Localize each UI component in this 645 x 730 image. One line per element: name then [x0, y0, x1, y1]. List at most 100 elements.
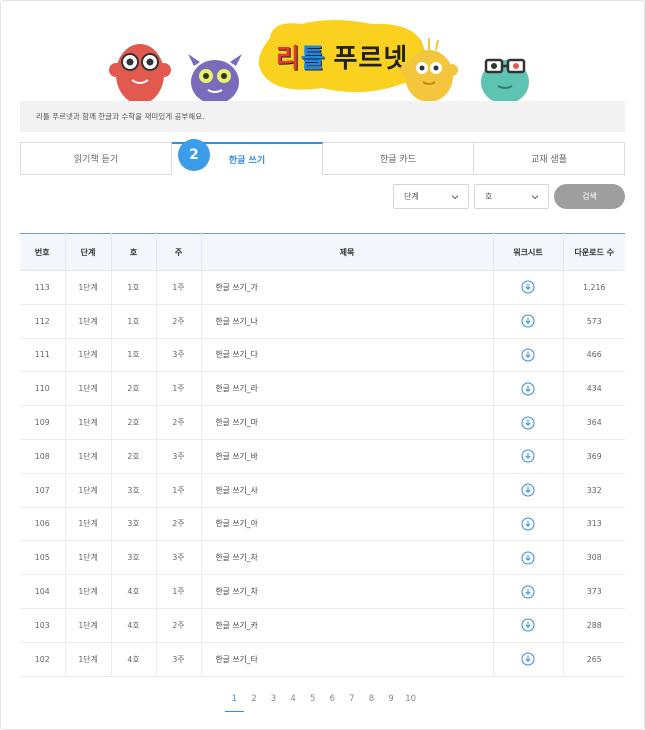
- cell-week: 3주: [156, 540, 202, 575]
- cell-volume: 4호: [111, 608, 157, 643]
- cell-volume: 2호: [111, 405, 157, 440]
- page-link[interactable]: 4: [283, 694, 303, 712]
- banner: 리 틀 푸르넷: [20, 10, 625, 102]
- table-row: 106 1단계 3호 2주 한글 쓰기_아 313: [20, 507, 625, 541]
- cell-number: 108: [20, 439, 66, 474]
- search-button[interactable]: 검색: [554, 184, 625, 209]
- column-header-worksheet: 워크시트: [493, 233, 564, 271]
- cell-worksheet: [493, 371, 564, 406]
- download-icon[interactable]: [521, 382, 535, 396]
- download-icon[interactable]: [521, 618, 535, 632]
- level-select-value: 단계: [404, 192, 419, 201]
- cell-week: 2주: [156, 405, 202, 440]
- download-icon[interactable]: [521, 416, 535, 430]
- download-icon[interactable]: [521, 449, 535, 463]
- tab-bar: 읽기책 듣기 한글 쓰기 한글 카드 교재 샘플: [20, 142, 625, 175]
- level-select[interactable]: 단계: [393, 184, 469, 209]
- cell-volume: 2호: [111, 439, 157, 474]
- download-icon[interactable]: [521, 280, 535, 294]
- download-icon[interactable]: [521, 314, 535, 328]
- cell-title[interactable]: 한글 쓰기_아: [201, 507, 494, 541]
- cell-worksheet: [493, 338, 564, 372]
- cell-title[interactable]: 한글 쓰기_사: [201, 473, 494, 508]
- tab-label: 한글 카드: [380, 155, 416, 165]
- tab-label: 교재 샘플: [531, 155, 567, 165]
- table-row: 105 1단계 3호 3주 한글 쓰기_자 308: [20, 540, 625, 575]
- table-row: 102 1단계 4호 3주 한글 쓰기_타 265: [20, 642, 625, 677]
- cell-volume: 4호: [111, 574, 157, 609]
- info-strip: 리틀 푸르넷과 함께 한글과 수학을 재미있게 공부해요.: [20, 101, 625, 132]
- cell-number: 103: [20, 608, 66, 643]
- cell-title[interactable]: 한글 쓰기_나: [201, 304, 494, 339]
- cell-week: 2주: [156, 608, 202, 643]
- chevron-down-icon: [451, 195, 459, 200]
- cell-week: 2주: [156, 304, 202, 339]
- download-icon[interactable]: [521, 483, 535, 497]
- download-icon[interactable]: [521, 348, 535, 362]
- cell-level: 1단계: [65, 642, 112, 677]
- cell-downloads: 308: [586, 553, 602, 563]
- cell-title[interactable]: 한글 쓰기_카: [201, 608, 494, 643]
- cell-worksheet: [493, 540, 564, 575]
- cell-title[interactable]: 한글 쓰기_자: [201, 540, 494, 575]
- page-link[interactable]: 6: [323, 694, 343, 712]
- download-icon[interactable]: [521, 517, 535, 531]
- cell-title[interactable]: 한글 쓰기_다: [201, 338, 494, 372]
- cell-volume: 3호: [111, 507, 157, 541]
- tab-textbook-sample[interactable]: 교재 샘플: [474, 142, 625, 175]
- cell-volume: 2호: [111, 371, 157, 406]
- table-row: 103 1단계 4호 2주 한글 쓰기_카 288: [20, 608, 625, 643]
- volume-select[interactable]: 호: [474, 184, 549, 209]
- table-row: 113 1단계 1호 1주 한글 쓰기_가 1,216: [20, 270, 625, 305]
- cell-worksheet: [493, 608, 564, 643]
- page-link[interactable]: 2: [244, 694, 264, 712]
- download-icon[interactable]: [521, 551, 535, 565]
- cell-title[interactable]: 한글 쓰기_바: [201, 439, 494, 474]
- download-icon[interactable]: [521, 652, 535, 666]
- page-link[interactable]: 9: [381, 694, 401, 712]
- cell-level: 1단계: [65, 608, 112, 643]
- column-header-title: 제목: [201, 233, 494, 271]
- cell-downloads: 332: [586, 485, 602, 495]
- cell-week: 2주: [156, 507, 202, 541]
- tab-label: 한글 쓰기: [228, 156, 266, 166]
- download-icon[interactable]: [521, 585, 535, 599]
- tab-audiobook[interactable]: 읽기책 듣기: [20, 142, 172, 175]
- cell-title[interactable]: 한글 쓰기_라: [201, 371, 494, 406]
- cell-number: 112: [20, 304, 66, 339]
- cell-level: 1단계: [65, 439, 112, 474]
- cell-downloads: 466: [586, 350, 602, 360]
- cell-downloads: 1,216: [583, 282, 606, 292]
- page-link[interactable]: 3: [264, 694, 284, 712]
- page-link[interactable]: 7: [342, 694, 362, 712]
- info-text: 리틀 푸르넷과 함께 한글과 수학을 재미있게 공부해요.: [36, 112, 205, 121]
- cell-title[interactable]: 한글 쓰기_타: [201, 642, 494, 677]
- chevron-down-icon: [531, 195, 539, 200]
- column-header-downloads: 다운로드 수: [563, 233, 625, 271]
- cell-week: 3주: [156, 439, 202, 474]
- cell-volume: 4호: [111, 642, 157, 677]
- cell-title[interactable]: 한글 쓰기_마: [201, 405, 494, 440]
- tab-hangul-cards[interactable]: 한글 카드: [323, 142, 474, 175]
- cell-title[interactable]: 한글 쓰기_가: [201, 270, 494, 305]
- column-header-volume: 호: [111, 233, 157, 271]
- cell-week: 1주: [156, 270, 202, 305]
- cell-number: 105: [20, 540, 66, 575]
- cell-volume: 1호: [111, 270, 157, 305]
- cell-worksheet: [493, 439, 564, 474]
- page-link[interactable]: 10: [401, 694, 421, 712]
- page-link[interactable]: 8: [362, 694, 382, 712]
- cell-worksheet: [493, 304, 564, 339]
- page-link[interactable]: 5: [303, 694, 323, 712]
- cell-number: 110: [20, 371, 66, 406]
- cell-level: 1단계: [65, 574, 112, 609]
- cell-week: 3주: [156, 338, 202, 372]
- logo-char-1: 리: [275, 43, 301, 74]
- cell-title[interactable]: 한글 쓰기_차: [201, 574, 494, 609]
- cell-downloads: 373: [586, 587, 602, 597]
- filter-bar: 단계 호 검색: [0, 184, 645, 209]
- page-link[interactable]: 1: [224, 694, 245, 712]
- tab-label: 읽기책 듣기: [73, 155, 119, 165]
- pagination: 1 2 3 4 5 6 7 8 9 10: [0, 694, 645, 712]
- cell-downloads: 313: [586, 519, 602, 529]
